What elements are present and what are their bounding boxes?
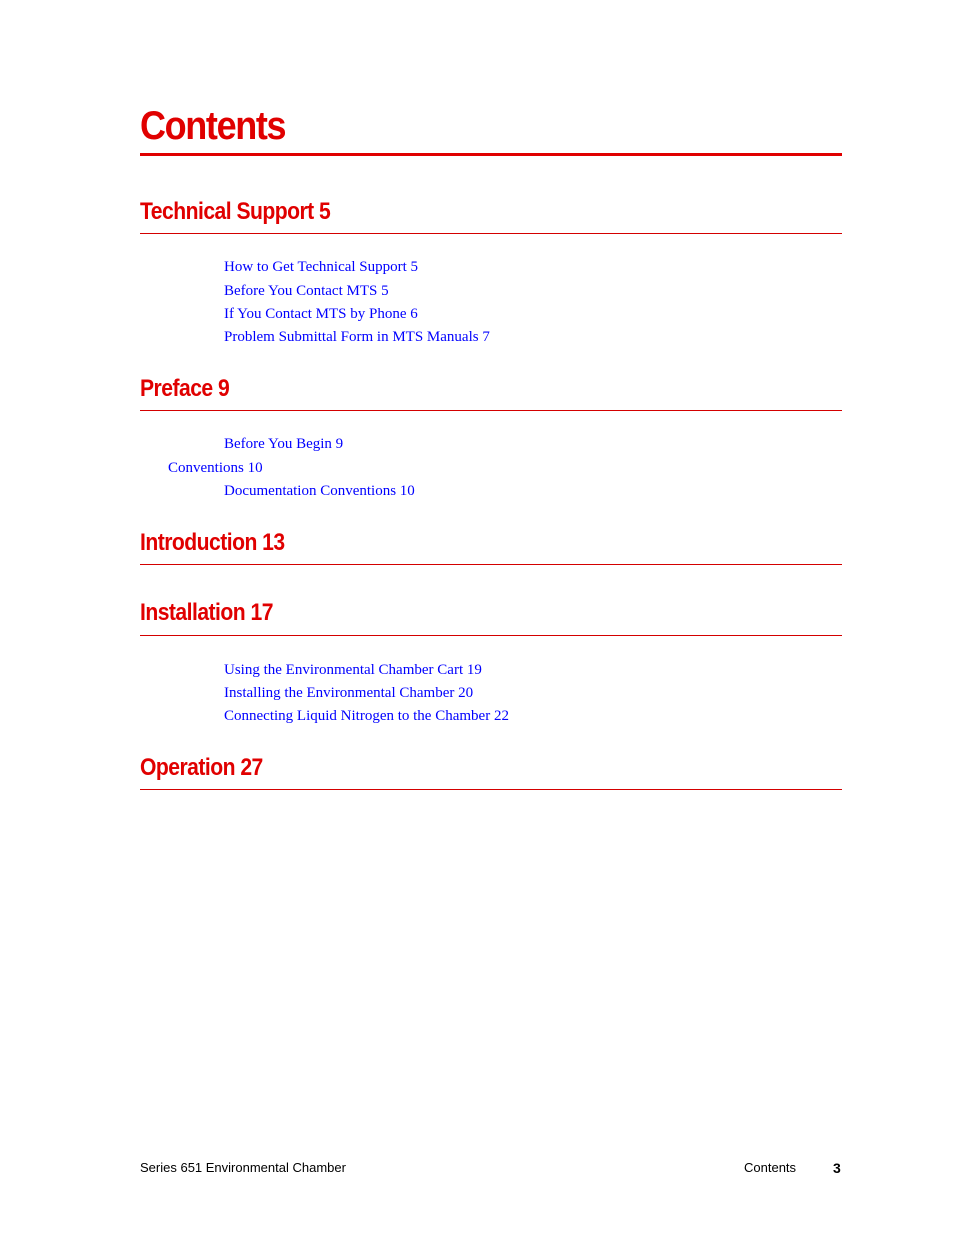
toc-entry-documentation-conventions[interactable]: Documentation Conventions 10 bbox=[224, 482, 415, 500]
toc-entry-installing-chamber[interactable]: Installing the Environmental Chamber 20 bbox=[224, 684, 473, 702]
section-divider bbox=[140, 564, 842, 565]
toc-section-installation[interactable]: Installation 17 bbox=[140, 598, 273, 628]
toc-entry-problem-submittal-form[interactable]: Problem Submittal Form in MTS Manuals 7 bbox=[224, 328, 490, 346]
footer-page-number: 3 bbox=[833, 1160, 841, 1176]
page-title: Contents bbox=[140, 104, 287, 148]
section-divider bbox=[140, 635, 842, 636]
section-divider bbox=[140, 410, 842, 411]
section-divider bbox=[140, 789, 842, 790]
toc-section-preface[interactable]: Preface 9 bbox=[140, 374, 230, 404]
toc-entry-before-you-begin[interactable]: Before You Begin 9 bbox=[224, 435, 343, 453]
section-divider bbox=[140, 233, 842, 234]
toc-entry-conventions[interactable]: Conventions 10 bbox=[168, 459, 263, 477]
toc-entry-using-chamber-cart[interactable]: Using the Environmental Chamber Cart 19 bbox=[224, 661, 482, 679]
toc-section-technical-support[interactable]: Technical Support 5 bbox=[140, 197, 331, 227]
footer-section-name: Contents bbox=[744, 1160, 797, 1175]
toc-entry-how-to-get-technical-support[interactable]: How to Get Technical Support 5 bbox=[224, 258, 418, 276]
toc-section-introduction[interactable]: Introduction 13 bbox=[140, 528, 285, 558]
toc-entry-contact-mts-by-phone[interactable]: If You Contact MTS by Phone 6 bbox=[224, 305, 418, 323]
toc-entry-before-you-contact-mts[interactable]: Before You Contact MTS 5 bbox=[224, 282, 389, 300]
footer-document-name: Series 651 Environmental Chamber bbox=[140, 1160, 346, 1175]
toc-section-operation[interactable]: Operation 27 bbox=[140, 753, 263, 783]
toc-entry-connecting-liquid-nitrogen[interactable]: Connecting Liquid Nitrogen to the Chambe… bbox=[224, 707, 509, 725]
title-divider bbox=[140, 153, 842, 156]
